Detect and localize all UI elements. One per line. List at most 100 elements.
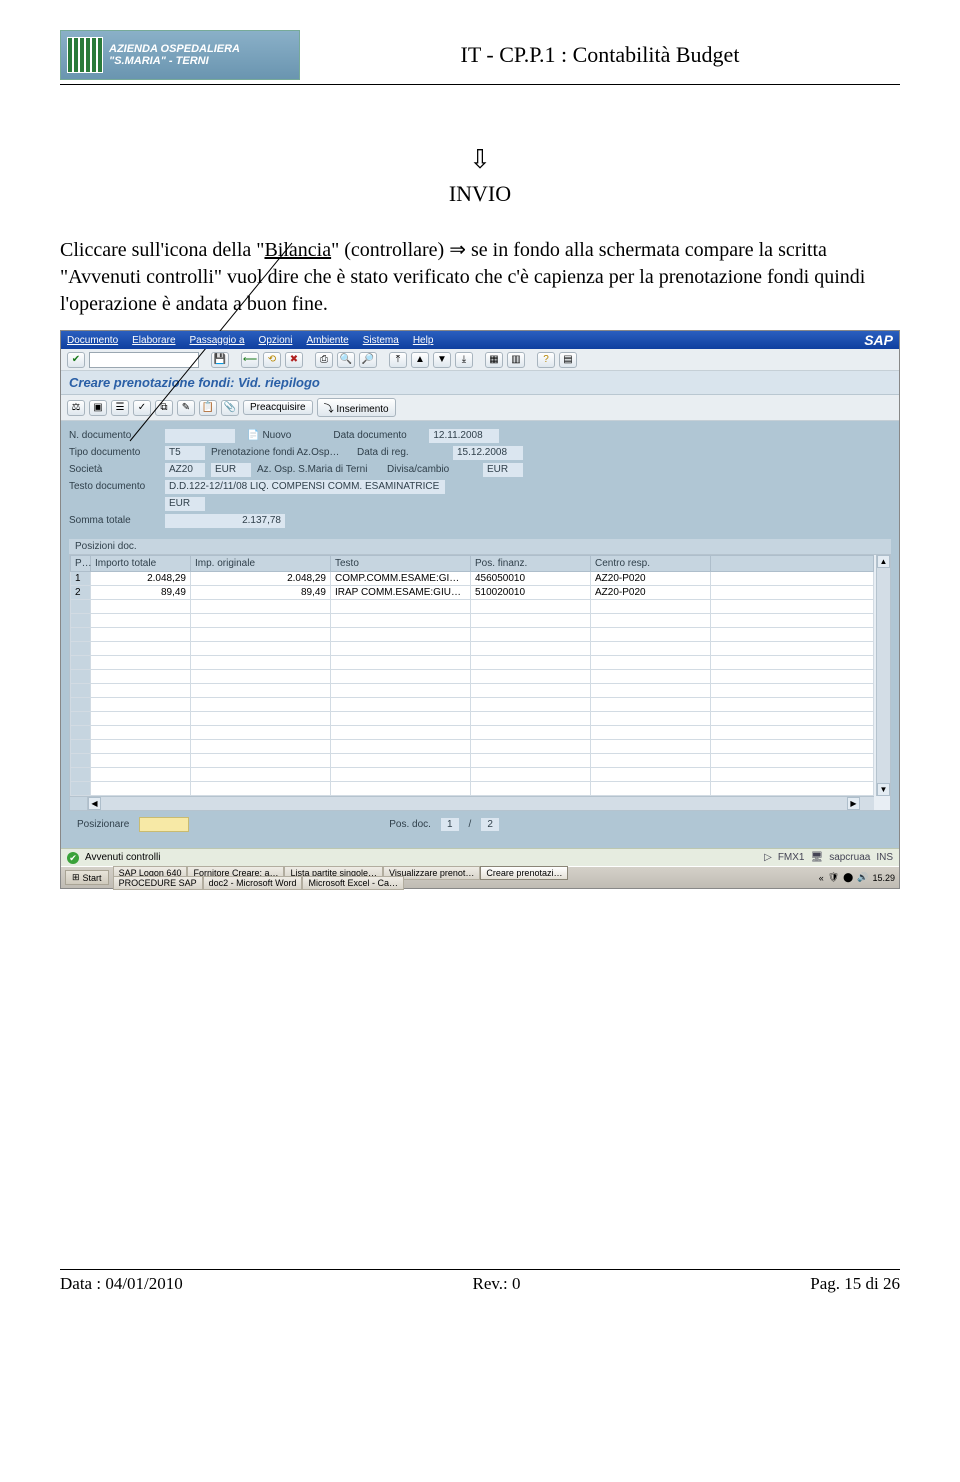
next-page-icon[interactable]: ▼ — [433, 352, 451, 368]
grid-section-header: Posizioni doc. — [69, 539, 891, 554]
col-importo[interactable]: Importo totale — [91, 556, 191, 572]
clipboard-icon[interactable]: 📋 — [199, 400, 217, 416]
vertical-scrollbar[interactable]: ▲ ▼ — [876, 555, 890, 796]
inserimento-button[interactable]: ⤵ Inserimento — [317, 398, 396, 417]
layout-icon[interactable]: ▤ — [559, 352, 577, 368]
menu-help[interactable]: Help — [413, 335, 434, 346]
table-row[interactable]: 289,4989,49IRAP COMM.ESAME:GIU…510020010… — [71, 586, 874, 600]
taskbar-item[interactable]: Microsoft Excel - Ca… — [302, 876, 404, 890]
text-tipodoc: Prenotazione fondi Az.Osp… — [211, 447, 351, 458]
taskbar-item[interactable]: doc2 - Microsoft Word — [203, 876, 303, 890]
text-societa: Az. Osp. S.Maria di Terni — [257, 464, 381, 475]
table-row[interactable] — [71, 628, 874, 642]
menu-opzioni[interactable]: Opzioni — [259, 335, 293, 346]
field-cur2[interactable]: EUR — [165, 497, 205, 511]
field-tipodoc[interactable]: T5 — [165, 446, 205, 460]
posdoc-sep: / — [469, 819, 472, 830]
table-row[interactable] — [71, 600, 874, 614]
attach-icon[interactable]: 📎 — [221, 400, 239, 416]
sap-form-area: N. documento 📄Nuovo Data documento 12.11… — [61, 421, 899, 848]
table-row[interactable] — [71, 614, 874, 628]
last-page-icon[interactable]: ⤓ — [455, 352, 473, 368]
menu-ambiente[interactable]: Ambiente — [306, 335, 348, 346]
field-testodoc[interactable]: D.D.122-12/11/08 LIQ. COMPENSI COMM. ESA… — [165, 480, 445, 494]
table-row[interactable] — [71, 768, 874, 782]
field-datadoc[interactable]: 12.11.2008 — [429, 429, 499, 443]
sap-screenshot: Documento Elaborare Passaggio a Opzioni … — [60, 330, 900, 889]
field-divisa[interactable]: EUR — [483, 463, 523, 477]
table-row[interactable] — [71, 698, 874, 712]
table-row[interactable] — [71, 684, 874, 698]
table-row[interactable] — [71, 726, 874, 740]
label-datadoc: Data documento — [333, 430, 423, 441]
field-ndoc[interactable] — [165, 429, 235, 443]
status-message: Avvenuti controlli — [85, 852, 160, 863]
table-row[interactable] — [71, 712, 874, 726]
table-row[interactable] — [71, 656, 874, 670]
col-centro[interactable]: Centro resp. — [591, 556, 711, 572]
copy-icon[interactable]: ⧉ — [155, 400, 173, 416]
tray-icon[interactable]: 🛡 — [828, 872, 839, 883]
table-row[interactable] — [71, 670, 874, 684]
org-name-line2: "S.MARIA" - TERNI — [109, 55, 240, 67]
table-row[interactable] — [71, 740, 874, 754]
menu-elaborare[interactable]: Elaborare — [132, 335, 175, 346]
label-ndoc: N. documento — [69, 430, 159, 441]
horizontal-scrollbar[interactable]: ◀ ▶ — [70, 796, 874, 810]
label-testodoc: Testo documento — [69, 481, 159, 492]
taskbar-item[interactable]: PROCEDURE SAP — [113, 876, 203, 890]
posdoc-current: 1 — [441, 818, 459, 831]
sap-app-toolbar: ⚖ ▣ ☰ ✓ ⧉ ✎ 📋 📎 Preacquisire ⤵ Inserimen… — [61, 395, 899, 421]
cancel-icon[interactable]: ✖ — [285, 352, 303, 368]
header-icon[interactable]: ☰ — [111, 400, 129, 416]
check-icon[interactable]: ✓ — [133, 400, 151, 416]
save-icon[interactable]: 💾 — [211, 352, 229, 368]
system-tray: « 🛡 ⬤ 🔊 15.29 — [819, 872, 895, 883]
back-icon[interactable]: ⟵ — [241, 352, 259, 368]
find-next-icon[interactable]: 🔎 — [359, 352, 377, 368]
col-pos[interactable]: P… — [71, 556, 91, 572]
start-button[interactable]: ⊞Start — [65, 870, 109, 885]
scroll-down-icon[interactable]: ▼ — [877, 783, 890, 796]
field-societa-cur[interactable]: EUR — [211, 463, 251, 477]
enter-icon[interactable]: ✔ — [67, 352, 85, 368]
tray-icon[interactable]: « — [819, 873, 824, 883]
prev-page-icon[interactable]: ▲ — [411, 352, 429, 368]
table-row[interactable] — [71, 754, 874, 768]
col-posfin[interactable]: Pos. finanz. — [471, 556, 591, 572]
field-datareg[interactable]: 15.12.2008 — [453, 446, 523, 460]
scroll-left-icon[interactable]: ◀ — [88, 797, 101, 810]
new-doc-icon: 📄 — [247, 430, 259, 441]
overview-icon[interactable]: ▣ — [89, 400, 107, 416]
print-icon[interactable]: ⎙ — [315, 352, 333, 368]
menu-documento[interactable]: Documento — [67, 335, 118, 346]
tray-icon[interactable]: ⬤ — [843, 872, 853, 883]
exit-icon[interactable]: ⟲ — [263, 352, 281, 368]
tray-icon[interactable]: 🔊 — [857, 872, 868, 883]
posizionare-input[interactable] — [139, 817, 189, 832]
preacquisire-button[interactable]: Preacquisire — [243, 400, 313, 415]
text-icon[interactable]: ✎ — [177, 400, 195, 416]
find-icon[interactable]: 🔍 — [337, 352, 355, 368]
page-footer: Data : 04/01/2010 Rev.: 0 Pag. 15 di 26 — [60, 1269, 900, 1294]
windows-taskbar: ⊞Start SAP Logon 640Fornitore Creare: a…… — [61, 866, 899, 888]
new-session-icon[interactable]: ▦ — [485, 352, 503, 368]
shortcut-icon[interactable]: ▥ — [507, 352, 525, 368]
table-row[interactable]: 12.048,292.048,29COMP.COMM.ESAME:GI…4560… — [71, 572, 874, 586]
table-row[interactable] — [71, 642, 874, 656]
scroll-up-icon[interactable]: ▲ — [877, 555, 890, 568]
scroll-right-icon[interactable]: ▶ — [847, 797, 860, 810]
help-icon[interactable]: ? — [537, 352, 555, 368]
table-row[interactable] — [71, 782, 874, 796]
balance-icon[interactable]: ⚖ — [67, 400, 85, 416]
col-testo[interactable]: Testo — [331, 556, 471, 572]
col-originale[interactable]: Imp. originale — [191, 556, 331, 572]
menu-sistema[interactable]: Sistema — [363, 335, 399, 346]
status-server: sapcruaa — [829, 852, 870, 863]
first-page-icon[interactable]: ⤒ — [389, 352, 407, 368]
menu-passaggio[interactable]: Passaggio a — [190, 335, 245, 346]
command-field[interactable] — [89, 352, 199, 368]
field-societa[interactable]: AZ20 — [165, 463, 205, 477]
taskbar-item[interactable]: Creare prenotazi… — [480, 866, 568, 880]
status-ins: INS — [876, 852, 893, 863]
